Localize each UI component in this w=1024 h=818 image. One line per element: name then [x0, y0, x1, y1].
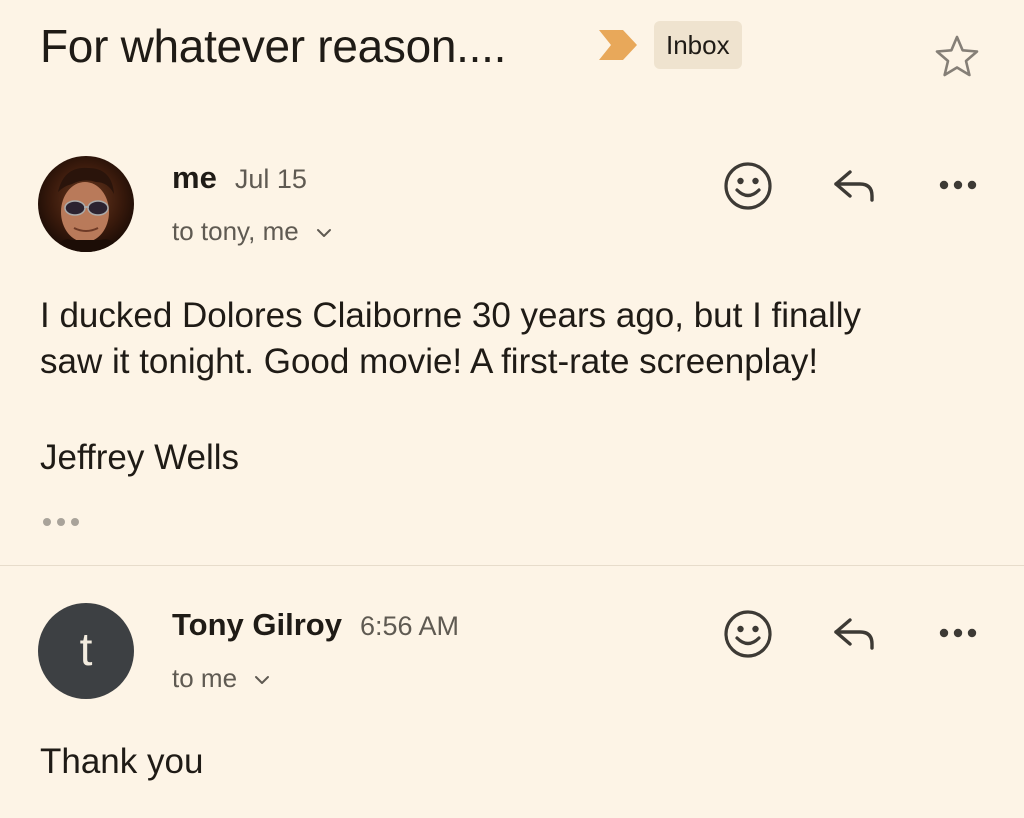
message-signature: Jeffrey Wells [40, 438, 240, 477]
recipients-toggle[interactable]: to tony, me [172, 216, 332, 247]
reply-icon[interactable] [828, 160, 878, 210]
smiley-icon[interactable] [722, 160, 774, 212]
avatar[interactable] [38, 156, 134, 252]
chevron-down-icon [255, 676, 270, 685]
sender-line: Tony Gilroy 6:56 AM [172, 607, 459, 643]
message-body-line: Thank you [40, 742, 204, 781]
recipients-text: to tony, me [172, 216, 299, 246]
avatar[interactable]: t [38, 603, 134, 699]
sent-date: Jul 15 [234, 164, 307, 194]
sender-name[interactable]: Tony Gilroy [172, 607, 342, 642]
star-icon[interactable] [932, 32, 982, 82]
message-body-line: saw it tonight. Good movie! A first-rate… [40, 342, 819, 381]
thread-subject: For whatever reason.... [40, 20, 507, 72]
recipients-text: to me [172, 663, 238, 693]
sender-name[interactable]: me [172, 160, 217, 195]
more-icon[interactable] [934, 608, 982, 658]
profile-photo [38, 156, 134, 252]
avatar-letter: t [79, 623, 93, 675]
message-card: me Jul 15 to tony, me I ducked Dolores Cl… [0, 150, 1024, 565]
thread-header: For whatever reason.... Inbox [40, 14, 1024, 78]
recipients-toggle[interactable]: to me [172, 663, 270, 694]
inbox-label-chip[interactable]: Inbox [654, 21, 742, 69]
email-thread-view: For whatever reason.... Inbox me Jul 15 … [0, 0, 1024, 818]
sent-date: 6:56 AM [359, 611, 460, 641]
show-trimmed-content-icon[interactable] [40, 512, 84, 532]
sender-line: me Jul 15 [172, 160, 307, 196]
message-body-line: I ducked Dolores Claiborne 30 years ago,… [40, 296, 862, 335]
chevron-down-icon [316, 229, 331, 238]
reply-icon[interactable] [828, 608, 878, 658]
more-icon[interactable] [934, 160, 982, 210]
message-card: t Tony Gilroy 6:56 AM to me Thank you [0, 566, 1024, 818]
smiley-icon[interactable] [722, 608, 774, 660]
importance-marker-icon[interactable] [597, 28, 639, 62]
